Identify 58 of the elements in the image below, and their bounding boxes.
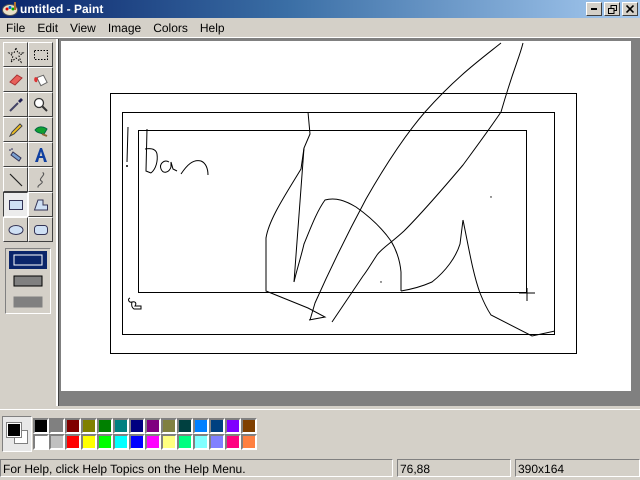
close-button[interactable] <box>622 2 638 16</box>
color-swatch[interactable] <box>49 434 65 450</box>
color-swatch[interactable] <box>241 434 257 450</box>
curve-icon <box>36 172 46 188</box>
menu-item[interactable]: File <box>0 20 32 34</box>
color-swatch[interactable] <box>193 418 209 434</box>
color-swatch[interactable] <box>209 418 225 434</box>
color-swatch[interactable] <box>161 418 177 434</box>
minimize-button[interactable] <box>586 2 602 16</box>
color-swatch[interactable] <box>49 418 65 434</box>
color-swatch[interactable] <box>33 434 49 450</box>
restore-icon <box>608 4 616 14</box>
menu-item[interactable]: Image <box>102 20 148 34</box>
magnifier-icon <box>32 96 50 114</box>
line-icon <box>6 170 24 188</box>
minimize-icon <box>591 8 597 10</box>
fill-style-option[interactable] <box>9 251 47 269</box>
color-swatch[interactable] <box>193 434 209 450</box>
color-swatch[interactable] <box>81 418 97 434</box>
color-swatch[interactable] <box>129 418 145 434</box>
color-swatch[interactable] <box>65 434 81 450</box>
color-swatch[interactable] <box>129 434 145 450</box>
color-swatch[interactable] <box>113 418 129 434</box>
filled-rectangle-icon <box>13 296 43 308</box>
menu-item[interactable]: Help <box>194 20 231 34</box>
color-swatch[interactable] <box>145 434 161 450</box>
palette-icon <box>2 2 18 16</box>
color-swatch[interactable] <box>161 434 177 450</box>
status-help-text: For Help, click Help Topics on the Help Menu. <box>0 459 393 477</box>
cursor-position: 76,88 <box>397 459 511 477</box>
star-selection-icon <box>6 46 24 64</box>
color-swatch[interactable] <box>113 434 129 450</box>
filled-outline-rectangle-icon <box>13 275 43 287</box>
selection-size: 390x164 <box>515 459 640 477</box>
menu-item[interactable]: Edit <box>31 20 64 34</box>
color-swatch[interactable] <box>81 434 97 450</box>
close-icon <box>626 5 634 13</box>
color-swatch[interactable] <box>241 418 257 434</box>
color-swatch[interactable] <box>65 418 81 434</box>
window-title: untitled - Paint <box>20 2 104 16</box>
color-swatch[interactable] <box>97 418 113 434</box>
color-swatch[interactable] <box>177 418 193 434</box>
color-swatch[interactable] <box>209 434 225 450</box>
pencil-icon <box>6 120 24 138</box>
color-swatch[interactable] <box>33 418 49 434</box>
color-swatch[interactable] <box>177 434 193 450</box>
menu-item[interactable]: View <box>64 20 102 34</box>
menu-item[interactable]: Colors <box>147 20 194 34</box>
restore-button[interactable] <box>604 2 620 16</box>
color-swatch[interactable] <box>225 434 241 450</box>
current-colors-swatch[interactable] <box>2 416 32 452</box>
spray-can-icon <box>6 146 24 164</box>
outline-rectangle-icon <box>13 254 43 266</box>
eyedropper-icon <box>6 96 24 114</box>
color-swatch[interactable] <box>225 418 241 434</box>
color-swatch[interactable] <box>97 434 113 450</box>
tool-button[interactable] <box>3 192 28 217</box>
color-swatch[interactable] <box>145 418 161 434</box>
